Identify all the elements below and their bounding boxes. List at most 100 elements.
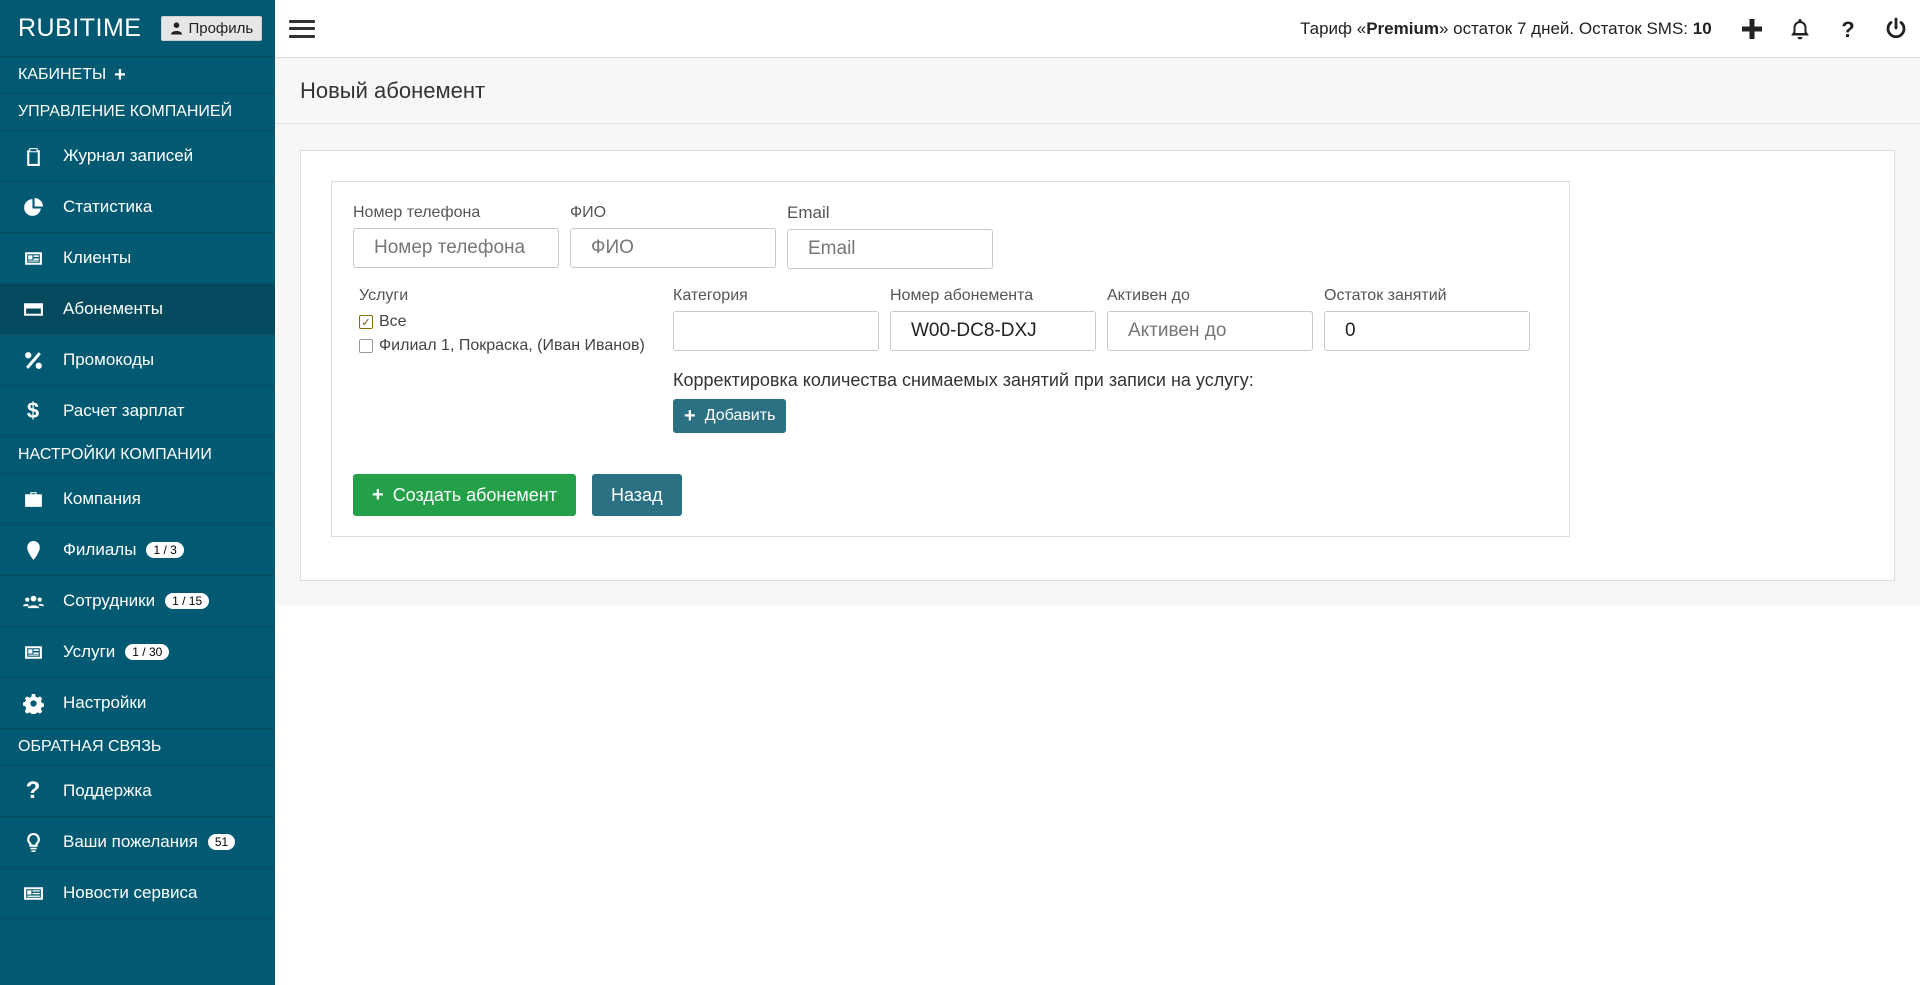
- sidebar-item-label: Клиенты: [63, 248, 132, 267]
- category-input[interactable]: [673, 311, 879, 351]
- plus-icon[interactable]: [1728, 0, 1776, 58]
- menu-toggle-icon[interactable]: [289, 18, 315, 40]
- sidebar-item-support[interactable]: ? Поддержка: [0, 766, 275, 817]
- question-icon: ?: [25, 777, 41, 804]
- phone-input[interactable]: [353, 228, 559, 268]
- plus-icon: +: [684, 404, 696, 427]
- services-group: Услуги ✓ Все Филиал 1, Покраска, (Иван И…: [359, 287, 645, 361]
- sidebar-item-branches[interactable]: Филиалы 1 / 3: [0, 525, 275, 576]
- sidebar-item-label: Компания: [63, 489, 141, 508]
- back-label: Назад: [611, 484, 663, 505]
- checkbox-checked[interactable]: ✓: [359, 315, 373, 329]
- main-content: Новый абонемент Номер телефона ФИО Email…: [275, 58, 1920, 605]
- percent-icon: [20, 347, 46, 373]
- email-field-group: Email: [787, 203, 993, 269]
- active-until-input[interactable]: [1107, 311, 1313, 351]
- number-label: Номер абонемента: [890, 287, 1034, 304]
- fio-field-group: ФИО: [570, 204, 776, 268]
- add-correction-button[interactable]: + Добавить: [673, 399, 787, 433]
- phone-label: Номер телефона: [353, 204, 481, 221]
- users-icon: [20, 588, 46, 614]
- sidebar-item-news[interactable]: Новости сервиса: [0, 868, 275, 919]
- briefcase-icon: [20, 486, 46, 512]
- service-option-painting[interactable]: Филиал 1, Покраска, (Иван Иванов): [359, 337, 645, 355]
- sidebar-item-label: Сотрудники: [63, 591, 156, 610]
- fio-input[interactable]: [570, 228, 776, 268]
- pie-chart-icon: [20, 194, 46, 220]
- section-company-settings: НАСТРОЙКИ КОМПАНИИ: [0, 437, 275, 474]
- sidebar-item-settings[interactable]: Настройки: [0, 678, 275, 729]
- svg-text:?: ?: [1841, 17, 1854, 41]
- checkbox-unchecked[interactable]: [359, 339, 373, 353]
- add-cabinet-icon[interactable]: +: [114, 64, 126, 87]
- dollar-icon: $: [26, 398, 40, 423]
- sidebar: RUBITIME Профиль КАБИНЕТЫ + УПРАВЛЕНИЕ К…: [0, 0, 275, 985]
- power-icon[interactable]: [1872, 0, 1920, 58]
- sms-count: 10: [1692, 19, 1712, 38]
- topbar-actions: ?: [1728, 0, 1920, 58]
- remaining-field-group: Остаток занятий: [1324, 287, 1530, 351]
- branches-badge: 1 / 3: [146, 542, 184, 558]
- service-option-label: Все: [379, 313, 407, 330]
- remaining-input[interactable]: [1324, 311, 1530, 351]
- sidebar-item-label: Услуги: [63, 642, 116, 661]
- section-title: НАСТРОЙКИ КОМПАНИИ: [18, 446, 212, 463]
- id-card-icon: [20, 639, 46, 665]
- email-label: Email: [787, 203, 830, 222]
- fio-label: ФИО: [570, 204, 607, 221]
- phone-field-group: Номер телефона: [353, 204, 559, 268]
- sidebar-item-label: Филиалы: [63, 540, 137, 559]
- sidebar-item-label: Абонементы: [63, 299, 163, 318]
- subscription-number-input[interactable]: [890, 311, 1096, 351]
- wishes-badge: 51: [207, 834, 236, 850]
- add-label: Добавить: [704, 407, 776, 424]
- bell-icon[interactable]: [1776, 0, 1824, 58]
- form-card: Номер телефона ФИО Email Услуги ✓ Все: [300, 150, 1895, 581]
- clipboard-icon: [20, 143, 46, 169]
- newspaper-icon: [20, 880, 46, 906]
- sidebar-item-clients[interactable]: Клиенты: [0, 233, 275, 284]
- sidebar-item-label: Новости сервиса: [63, 883, 198, 902]
- plus-icon: +: [372, 483, 384, 506]
- sidebar-item-subscriptions[interactable]: Абонементы: [0, 284, 275, 335]
- tariff-prefix: Тариф «: [1300, 19, 1367, 38]
- sidebar-item-label: Расчет зарплат: [63, 401, 185, 420]
- active-until-field-group: Активен до: [1107, 287, 1313, 351]
- sidebar-item-promocodes[interactable]: Промокоды: [0, 335, 275, 386]
- category-label: Категория: [673, 287, 748, 304]
- sidebar-item-label: Статистика: [63, 197, 153, 216]
- sidebar-item-employees[interactable]: Сотрудники 1 / 15: [0, 576, 275, 627]
- profile-button[interactable]: Профиль: [161, 15, 263, 41]
- cabinets-header[interactable]: КАБИНЕТЫ +: [0, 57, 275, 94]
- topbar: Тариф «Premium» остаток 7 дней. Остаток …: [275, 0, 1920, 58]
- section-title: ОБРАТНАЯ СВЯЗЬ: [18, 738, 162, 755]
- employees-badge: 1 / 15: [165, 593, 210, 609]
- service-option-all[interactable]: ✓ Все: [359, 313, 645, 331]
- correction-text: Корректировка количества снимаемых занят…: [673, 370, 1254, 390]
- sidebar-item-wishes[interactable]: Ваши пожелания 51: [0, 817, 275, 868]
- map-marker-icon: [20, 537, 46, 563]
- section-title: УПРАВЛЕНИЕ КОМПАНИЕЙ: [18, 103, 233, 120]
- gear-icon: [20, 690, 46, 716]
- sidebar-item-company[interactable]: Компания: [0, 474, 275, 525]
- sidebar-item-journal[interactable]: Журнал записей: [0, 131, 275, 182]
- sidebar-item-label: Промокоды: [63, 350, 155, 369]
- sidebar-item-statistics[interactable]: Статистика: [0, 182, 275, 233]
- service-option-label: Филиал 1, Покраска, (Иван Иванов): [379, 337, 645, 354]
- id-card-icon: [20, 245, 46, 271]
- create-subscription-button[interactable]: + Создать абонемент: [353, 474, 576, 516]
- create-label: Создать абонемент: [392, 484, 557, 505]
- email-input[interactable]: [787, 229, 993, 269]
- sidebar-item-label: Ваши пожелания: [63, 832, 198, 851]
- brand-logo[interactable]: RUBITIME: [18, 14, 141, 43]
- credit-card-icon: [20, 296, 46, 322]
- help-icon[interactable]: ?: [1824, 0, 1872, 58]
- sidebar-item-label: Поддержка: [63, 781, 152, 800]
- back-button[interactable]: Назад: [592, 474, 682, 516]
- services-label: Услуги: [359, 287, 409, 304]
- cabinets-label: КАБИНЕТЫ: [18, 66, 107, 83]
- remaining-label: Остаток занятий: [1324, 287, 1447, 304]
- sidebar-item-salary[interactable]: $ Расчет зарплат: [0, 386, 275, 437]
- sidebar-item-services[interactable]: Услуги 1 / 30: [0, 627, 275, 678]
- sidebar-item-label: Журнал записей: [63, 146, 194, 165]
